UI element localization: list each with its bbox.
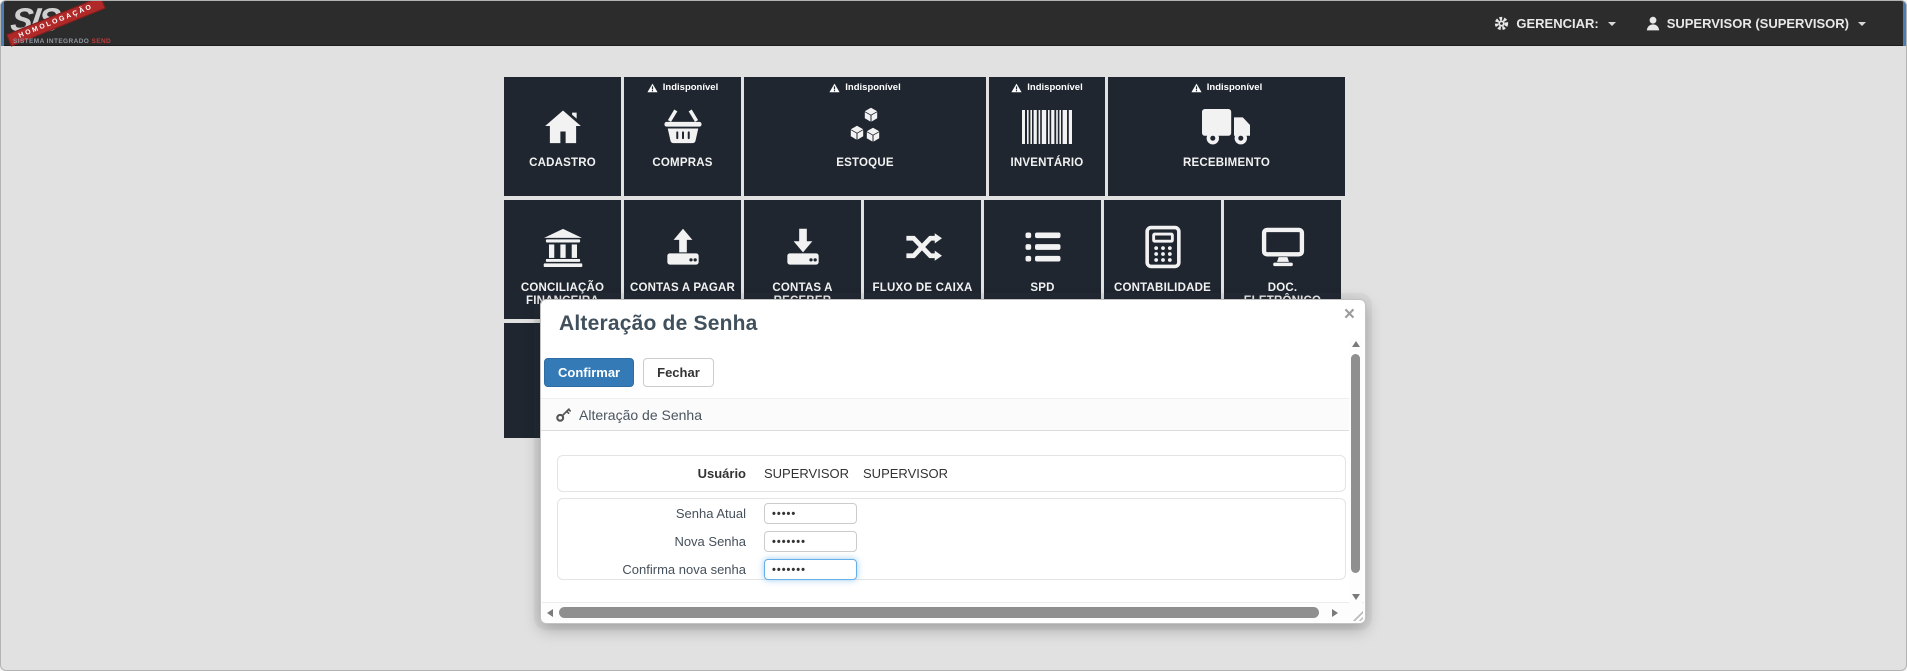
tile-label: INVENTÁRIO [991, 157, 1103, 170]
topbar-menus: GERENCIAR: SUPERVISOR (SUPERVISOR) [1494, 1, 1866, 46]
unavailable-badge: Indisponível [744, 82, 986, 93]
user-icon [1646, 16, 1660, 31]
tile-label: ESTOQUE [746, 157, 984, 170]
home-icon [504, 102, 621, 152]
vertical-scroll-thumb[interactable] [1351, 354, 1360, 573]
logo-subtitle-text: SISTEMA INTEGRADO [13, 38, 91, 45]
basket-icon [624, 102, 741, 152]
unavailable-badge: Indisponível [989, 82, 1105, 93]
tile-cadastro[interactable]: CADASTRO [504, 77, 621, 196]
app-window: SIS HOMOLOGAÇÃO SISTEMA INTEGRADO SEND G… [0, 0, 1907, 671]
cubes-icon [744, 102, 986, 152]
current-password-input[interactable] [764, 503, 857, 524]
list-icon [984, 222, 1101, 272]
scroll-down-arrow[interactable] [1352, 594, 1360, 600]
truck-icon [1108, 102, 1345, 152]
horizontal-scrollbar[interactable] [542, 602, 1364, 622]
unavailable-badge: Indisponível [624, 82, 741, 93]
modal-button-row: Confirmar Fechar [544, 358, 714, 387]
unavailable-label: Indisponível [845, 82, 900, 93]
tile-inventario[interactable]: Indisponível INVENTÁRIO [989, 77, 1105, 196]
tile-label: CONTABILIDADE [1106, 282, 1219, 295]
modal-title: Alteração de Senha [559, 312, 758, 336]
unavailable-badge: Indisponível [1108, 82, 1345, 93]
tile-label: CADASTRO [506, 157, 619, 170]
current-password-label: Senha Atual [558, 506, 746, 521]
tile-label: COMPRAS [626, 157, 739, 170]
unavailable-label: Indisponível [1027, 82, 1082, 93]
unavailable-label: Indisponível [1207, 82, 1262, 93]
monitor-icon [1224, 222, 1341, 272]
manage-menu-label: GERENCIAR: [1516, 16, 1598, 31]
tile-compras[interactable]: Indisponível COMPRAS [624, 77, 741, 196]
new-password-row: Nova Senha [558, 531, 1345, 552]
window-edge-left [1, 1, 4, 46]
key-icon [556, 407, 571, 422]
user-panel: Usuário SUPERVISOR SUPERVISOR [557, 455, 1346, 492]
warning-icon [1191, 83, 1202, 93]
new-password-label: Nova Senha [558, 534, 746, 549]
scroll-right-arrow[interactable] [1332, 609, 1338, 617]
warning-icon [1011, 83, 1022, 93]
scroll-up-arrow[interactable] [1352, 341, 1360, 347]
user-label: Usuário [558, 466, 746, 481]
chevron-down-icon [1858, 22, 1866, 26]
scroll-left-arrow[interactable] [547, 609, 553, 617]
user-menu-label: SUPERVISOR (SUPERVISOR) [1667, 16, 1849, 31]
warning-icon [647, 83, 658, 93]
confirm-password-label: Confirma nova senha [558, 562, 746, 577]
download-icon [744, 222, 861, 272]
section-title: Alteração de Senha [579, 407, 702, 423]
unavailable-label: Indisponível [663, 82, 718, 93]
warning-icon [829, 83, 840, 93]
user-first-name: SUPERVISOR [764, 466, 849, 481]
tile-label: RECEBIMENTO [1110, 157, 1343, 170]
tile-recebimento[interactable]: Indisponível RECEBIMENTO [1108, 77, 1345, 196]
tile-label: FLUXO DE CAIXA [866, 282, 979, 295]
close-button[interactable]: Fechar [643, 358, 714, 387]
horizontal-scroll-thumb[interactable] [559, 607, 1319, 618]
app-logo[interactable]: SIS HOMOLOGAÇÃO SISTEMA INTEGRADO SEND [11, 2, 141, 45]
logo-subtitle-brand: SEND [91, 38, 111, 45]
logo-subtitle: SISTEMA INTEGRADO SEND [13, 38, 111, 45]
tile-estoque[interactable]: Indisponível ESTOQUE [744, 77, 986, 196]
upload-icon [624, 222, 741, 272]
close-icon[interactable]: × [1344, 305, 1355, 324]
new-password-input[interactable] [764, 531, 857, 552]
gear-icon [1494, 16, 1509, 31]
user-menu[interactable]: SUPERVISOR (SUPERVISOR) [1646, 16, 1866, 31]
current-password-row: Senha Atual [558, 503, 1345, 524]
manage-menu[interactable]: GERENCIAR: [1494, 16, 1615, 31]
user-values: SUPERVISOR SUPERVISOR [764, 466, 948, 481]
password-fields-panel: Senha Atual Nova Senha Confirma nova sen… [557, 498, 1346, 580]
tile-label: SPD [986, 282, 1099, 295]
confirm-button[interactable]: Confirmar [544, 358, 634, 387]
vertical-scrollbar[interactable] [1349, 338, 1362, 603]
calculator-icon [1104, 222, 1221, 272]
section-header: Alteração de Senha [541, 398, 1349, 431]
tile-row-1: CADASTRO Indisponível COMPRAS [504, 77, 1345, 196]
bank-icon [504, 222, 621, 272]
confirm-password-input[interactable] [764, 559, 857, 580]
shuffle-icon [864, 222, 981, 272]
window-edge-right [1903, 1, 1906, 46]
chevron-down-icon [1608, 22, 1616, 26]
top-navbar: SIS HOMOLOGAÇÃO SISTEMA INTEGRADO SEND G… [1, 1, 1906, 46]
confirm-password-row: Confirma nova senha [558, 559, 1345, 580]
tile-label: CONTAS A PAGAR [626, 282, 739, 295]
user-last-name: SUPERVISOR [863, 466, 948, 481]
password-change-modal: × Alteração de Senha Confirmar Fechar Al… [540, 299, 1366, 624]
barcode-icon [989, 102, 1105, 152]
